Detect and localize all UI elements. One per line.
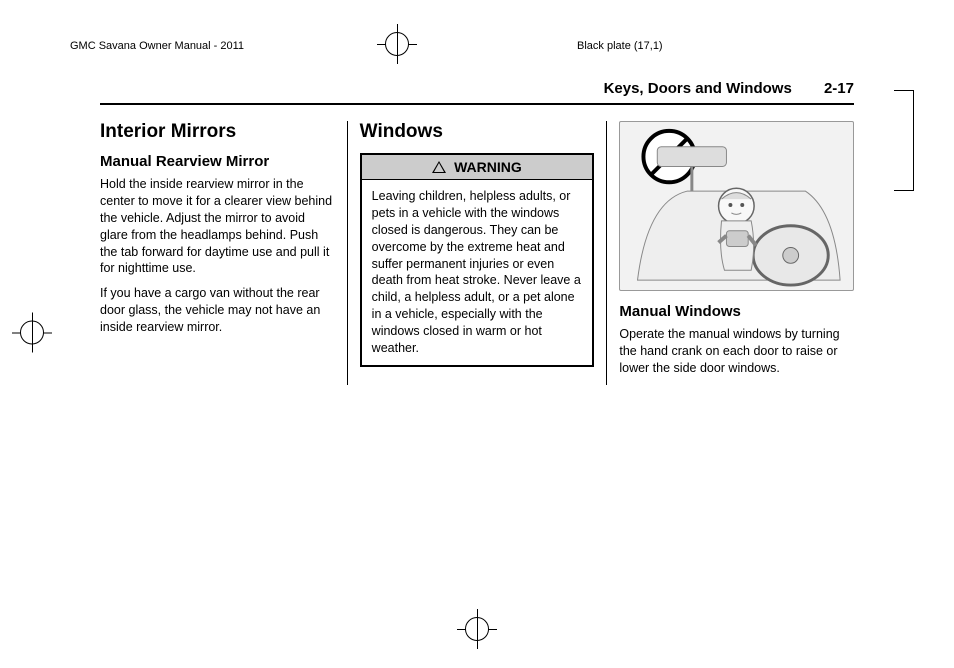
registration-mark-left <box>12 313 52 356</box>
print-plate-label: Black plate (17,1) <box>417 40 884 52</box>
crop-mark <box>894 90 914 190</box>
heading-manual-windows: Manual Windows <box>619 303 854 320</box>
heading-manual-rearview-mirror: Manual Rearview Mirror <box>100 153 335 170</box>
heading-windows: Windows <box>360 121 595 143</box>
heading-interior-mirrors: Interior Mirrors <box>100 121 335 143</box>
content-columns: Interior Mirrors Manual Rearview Mirror … <box>100 121 854 385</box>
warning-box: WARNING Leaving children, helpless adult… <box>360 153 595 367</box>
page-number: 2-17 <box>824 80 854 97</box>
registration-mark-bottom <box>457 609 497 652</box>
column-2: Windows WARNING Leaving children, helple… <box>347 121 607 385</box>
running-header: Keys, Doors and Windows 2-17 <box>100 80 854 105</box>
warning-triangle-icon <box>432 161 446 173</box>
paragraph: If you have a cargo van without the rear… <box>100 285 335 336</box>
print-doc-title: GMC Savana Owner Manual - 2011 <box>70 40 377 52</box>
warning-label: WARNING <box>454 159 522 175</box>
paragraph: Hold the inside rearview mirror in the c… <box>100 176 335 277</box>
warning-body: Leaving children, helpless adults, or pe… <box>362 180 593 365</box>
column-1: Interior Mirrors Manual Rearview Mirror … <box>100 121 347 385</box>
print-header: GMC Savana Owner Manual - 2011 Black pla… <box>0 24 954 67</box>
paragraph: Operate the manual windows by turning th… <box>619 326 854 377</box>
registration-mark-top <box>377 24 417 67</box>
page-content: Keys, Doors and Windows 2-17 Interior Mi… <box>100 80 854 385</box>
warning-title: WARNING <box>362 155 593 180</box>
section-title: Keys, Doors and Windows <box>604 80 792 97</box>
illustration-child-in-car <box>619 121 854 291</box>
column-3: Manual Windows Operate the manual window… <box>606 121 854 385</box>
